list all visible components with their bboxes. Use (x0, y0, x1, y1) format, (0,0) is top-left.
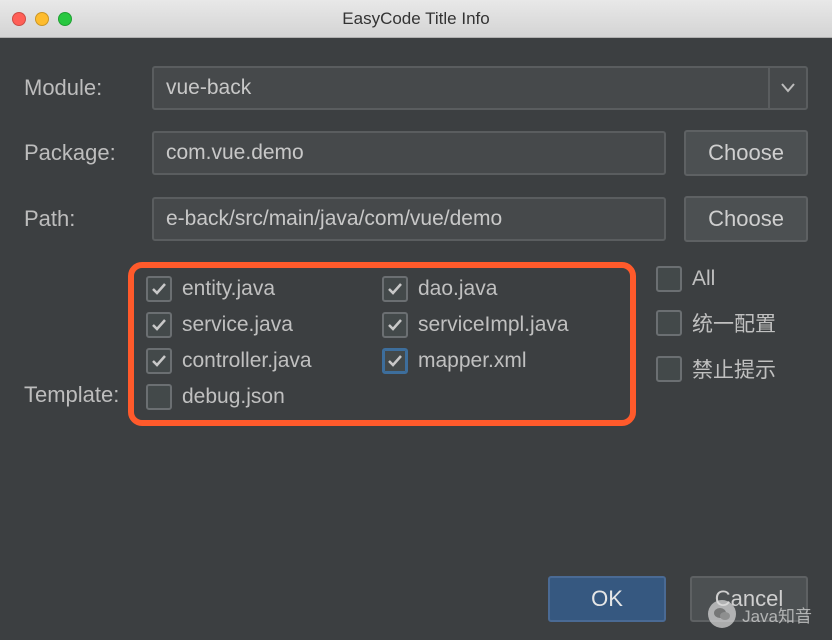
module-select-value: vue-back (166, 76, 251, 100)
template-option-label: serviceImpl.java (418, 313, 569, 337)
path-label: Path: (24, 206, 134, 232)
checkbox-icon (382, 312, 408, 338)
template-option-label: controller.java (182, 349, 312, 373)
module-label: Module: (24, 75, 134, 101)
checkbox-icon (656, 266, 682, 292)
package-label: Package: (24, 140, 134, 166)
option-label: 禁止提示 (692, 354, 776, 384)
checkbox-icon (146, 276, 172, 302)
template-option-controller-java[interactable]: controller.java (146, 348, 376, 374)
option-禁止提示[interactable]: 禁止提示 (656, 354, 776, 384)
template-option-debug-json[interactable]: debug.json (146, 384, 376, 410)
option-label: All (692, 267, 715, 291)
wechat-icon (708, 600, 736, 628)
close-icon[interactable] (12, 12, 26, 26)
template-option-label: service.java (182, 313, 293, 337)
option-All[interactable]: All (656, 266, 776, 292)
checkbox-icon (146, 348, 172, 374)
watermark: Java知音 (708, 600, 812, 628)
ok-button[interactable]: OK (548, 576, 666, 622)
traffic-lights (12, 12, 72, 26)
checkbox-icon (146, 384, 172, 410)
template-option-label: dao.java (418, 277, 497, 301)
checkbox-icon (382, 348, 408, 374)
titlebar: EasyCode Title Info (0, 0, 832, 38)
checkbox-icon (146, 312, 172, 338)
choose-package-button[interactable]: Choose (684, 130, 808, 176)
side-options: All 统一配置禁止提示 (656, 266, 776, 384)
template-option-label: debug.json (182, 385, 285, 409)
template-option-dao-java[interactable]: dao.java (382, 276, 612, 302)
checkbox-icon (656, 356, 682, 382)
template-option-mapper-xml[interactable]: mapper.xml (382, 348, 612, 374)
option-label: 统一配置 (692, 308, 776, 338)
package-input[interactable] (152, 131, 666, 175)
path-input[interactable] (152, 197, 666, 241)
template-option-label: entity.java (182, 277, 275, 301)
minimize-icon[interactable] (35, 12, 49, 26)
template-option-entity-java[interactable]: entity.java (146, 276, 376, 302)
checkbox-icon (382, 276, 408, 302)
option-统一配置[interactable]: 统一配置 (656, 308, 776, 338)
template-label: Template: (24, 382, 134, 408)
template-option-label: mapper.xml (418, 349, 527, 373)
zoom-icon[interactable] (58, 12, 72, 26)
chevron-down-icon (768, 68, 806, 108)
template-option-service-java[interactable]: service.java (146, 312, 376, 338)
module-select[interactable]: vue-back (152, 66, 808, 110)
choose-path-button[interactable]: Choose (684, 196, 808, 242)
window-title: EasyCode Title Info (12, 9, 820, 29)
checkbox-icon (656, 310, 682, 336)
template-highlight-box: entity.java dao.java service.java serviceIm… (128, 262, 636, 426)
template-option-serviceImpl-java[interactable]: serviceImpl.java (382, 312, 612, 338)
watermark-text: Java知音 (742, 602, 812, 627)
